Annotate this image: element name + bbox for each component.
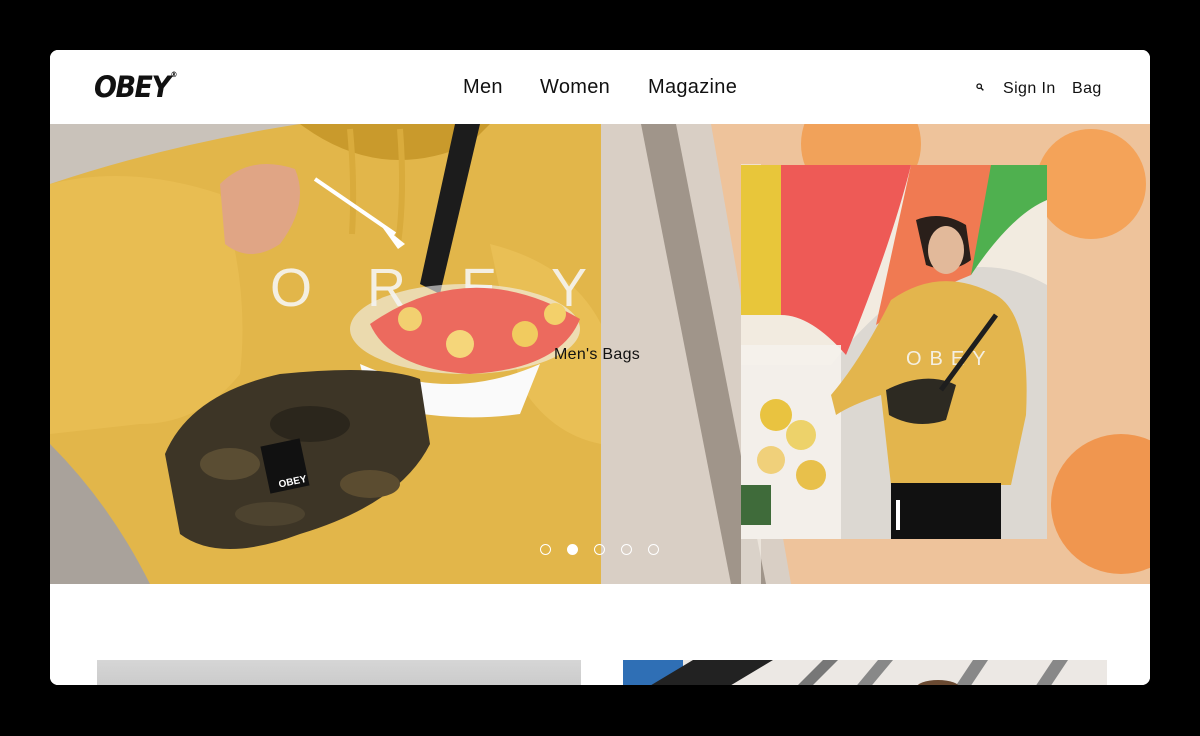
hero-caption[interactable]: Men's Bags [554,346,640,364]
carousel-dot-2[interactable] [567,544,578,555]
search-icon[interactable] [976,83,984,91]
sign-in-link[interactable]: Sign In [1003,80,1056,98]
nav-women[interactable]: Women [540,76,610,99]
nav-men[interactable]: Men [463,76,503,99]
tile-photo [623,660,1107,685]
content-section [50,584,1150,685]
fruit-stand-photo: OBEY [601,124,1150,584]
browser-window: OBEY® Men Women Magazine Sign In Bag O R… [50,50,1150,685]
carousel-dot-3[interactable] [594,544,605,555]
hero-image-left[interactable]: O R E Y [50,124,601,584]
bag-link[interactable]: Bag [1072,80,1102,98]
svg-text:OBEY: OBEY [906,348,994,370]
hero-carousel[interactable]: O R E Y [50,124,1150,584]
hoodie-photo: O R E Y [50,124,601,584]
site-header: OBEY® Men Women Magazine Sign In Bag [50,50,1150,124]
carousel-dot-5[interactable] [648,544,659,555]
obey-logo[interactable]: OBEY® [94,70,178,104]
nav-magazine[interactable]: Magazine [648,76,737,99]
hero-image-right[interactable]: OBEY [601,124,1150,584]
product-tile-right[interactable] [623,660,1107,685]
carousel-dot-1[interactable] [540,544,551,555]
carousel-dot-4[interactable] [621,544,632,555]
product-tile-left[interactable] [97,660,581,685]
